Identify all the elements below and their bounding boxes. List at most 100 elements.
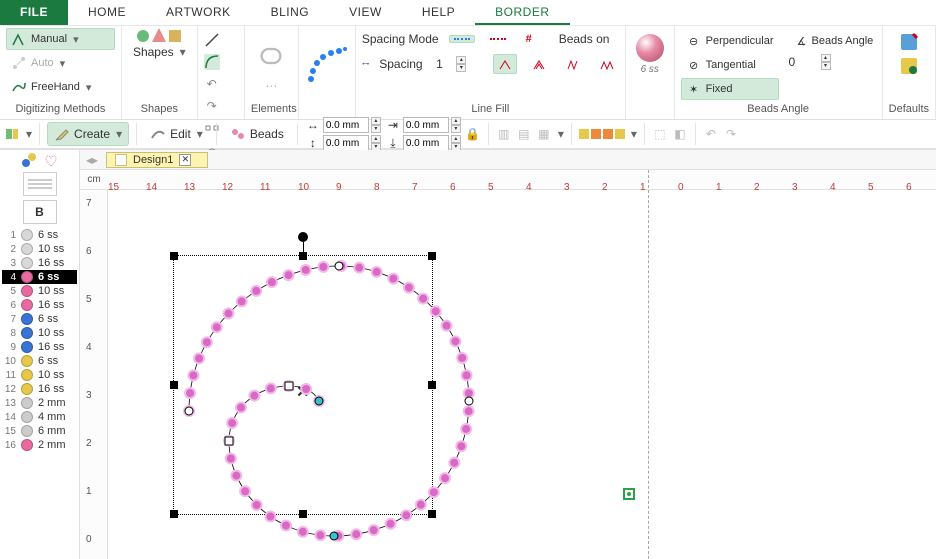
menu-home[interactable]: HOME: [68, 0, 146, 25]
offx-input[interactable]: [403, 117, 449, 133]
align1-icon[interactable]: ▥: [496, 126, 512, 142]
bead-item[interactable]: 810 ss: [2, 326, 77, 340]
arrow-right-icon[interactable]: ↷: [204, 98, 220, 114]
doc-tab[interactable]: Design1 ✕: [106, 152, 208, 168]
align2-icon[interactable]: ▤: [516, 126, 532, 142]
auto-icon: [11, 55, 27, 71]
thumb-list[interactable]: [23, 172, 57, 196]
width-icon: ↔: [305, 117, 321, 133]
undo-icon[interactable]: ↶: [703, 126, 719, 142]
bead-item[interactable]: 916 ss: [2, 340, 77, 354]
chevron-down-icon[interactable]: ▾: [558, 127, 564, 141]
thumb-b[interactable]: B: [23, 200, 57, 224]
spacing-mode-dots[interactable]: [449, 35, 475, 43]
angle-icon: [532, 57, 546, 71]
group-shapes: Shapes ▾ Shapes: [122, 26, 198, 119]
bead-item[interactable]: 616 ss: [2, 298, 77, 312]
angle-spinner[interactable]: ▴▾: [821, 54, 831, 70]
bead-item[interactable]: 144 mm: [2, 410, 77, 424]
fixed-button[interactable]: ✶Fixed: [681, 78, 779, 100]
bead-item[interactable]: 16 ss: [2, 228, 77, 242]
menu-help[interactable]: HELP: [402, 0, 475, 25]
height-input[interactable]: [323, 135, 369, 151]
chevron-down-icon[interactable]: ▾: [26, 127, 32, 141]
menu-bling[interactable]: BLING: [251, 0, 330, 25]
bead-item[interactable]: 156 mm: [2, 424, 77, 438]
bead-item[interactable]: 132 mm: [2, 396, 77, 410]
guide-line[interactable]: [648, 170, 649, 559]
bead-item[interactable]: 46 ss: [2, 270, 77, 284]
beads-on-label: Beads on: [559, 32, 610, 46]
selection-box[interactable]: ✕: [173, 255, 433, 515]
bead-item[interactable]: 162 mm: [2, 438, 77, 452]
bead-item[interactable]: 76 ss: [2, 312, 77, 326]
beads-on-2[interactable]: [527, 54, 551, 74]
group-label: Shapes: [128, 101, 191, 117]
tool-a-icon[interactable]: ⬚: [652, 126, 668, 142]
shapes-button[interactable]: Shapes ▾: [128, 42, 191, 62]
bead-wave-icon[interactable]: [305, 43, 349, 87]
tool-b-icon[interactable]: ◧: [672, 126, 688, 142]
beads-on-1[interactable]: [493, 54, 517, 74]
spacing-mode-count[interactable]: #: [521, 30, 537, 48]
beads-icon: [230, 126, 246, 142]
spacing-mode-gap[interactable]: [485, 35, 511, 43]
swatch-icon[interactable]: [21, 152, 37, 168]
element-pill-icon[interactable]: [257, 42, 285, 70]
bead-item[interactable]: 1216 ss: [2, 382, 77, 396]
layers-icon[interactable]: [4, 126, 20, 142]
palette-icon[interactable]: [579, 129, 625, 139]
rotate-handle[interactable]: [298, 232, 308, 242]
beads-on-3[interactable]: [561, 54, 585, 74]
offy-input[interactable]: [403, 135, 449, 151]
edit-button[interactable]: Edit ▾: [144, 123, 209, 145]
bead-item[interactable]: 210 ss: [2, 242, 77, 256]
width-input[interactable]: [323, 117, 369, 133]
beads-button[interactable]: Beads: [224, 123, 290, 145]
close-icon[interactable]: ✕: [179, 154, 191, 166]
pencil-icon: [54, 126, 70, 142]
canvas[interactable]: ✕: [108, 190, 936, 559]
spinner[interactable]: ▴▾: [451, 135, 461, 151]
create-button[interactable]: Create ▾: [47, 122, 129, 146]
heart-icon[interactable]: [43, 152, 59, 168]
origin-marker[interactable]: [623, 488, 635, 500]
doc-nav-icon[interactable]: ◂▸: [84, 152, 100, 168]
menu-border[interactable]: BORDER: [475, 0, 569, 25]
auto-label: Auto: [31, 57, 54, 69]
bead-item[interactable]: 1110 ss: [2, 368, 77, 382]
menu-view[interactable]: VIEW: [329, 0, 402, 25]
bead-item[interactable]: 510 ss: [2, 284, 77, 298]
freehand-button[interactable]: FreeHand ▾: [6, 76, 115, 98]
spacing-spinner[interactable]: ▴▾: [456, 56, 466, 72]
menu-artwork[interactable]: ARTWORK: [146, 0, 251, 25]
save-defaults-icon[interactable]: [899, 32, 919, 52]
auto-button[interactable]: Auto ▾: [6, 52, 115, 74]
bead-preview-icon[interactable]: [636, 34, 664, 62]
spinner[interactable]: ▴▾: [451, 117, 461, 133]
angle-icon: [498, 57, 512, 71]
curve-tool-icon[interactable]: [204, 54, 220, 70]
bead-item[interactable]: 316 ss: [2, 256, 77, 270]
spinner[interactable]: ▴▾: [371, 135, 381, 151]
element-dots-icon[interactable]: ⋯: [263, 78, 279, 94]
lock-icon[interactable]: 🔒: [465, 126, 481, 142]
align3-icon[interactable]: ▦: [536, 126, 552, 142]
arrow-left-icon[interactable]: ↶: [204, 76, 220, 92]
manual-icon: [11, 31, 27, 47]
beads-on-4[interactable]: [595, 54, 619, 74]
chevron-down-icon: ▾: [73, 33, 79, 46]
manual-label: Manual: [31, 33, 67, 45]
group-wave: [299, 26, 356, 119]
manual-button[interactable]: Manual ▾: [6, 28, 115, 50]
redo-icon[interactable]: ↷: [723, 126, 739, 142]
spinner[interactable]: ▴▾: [371, 117, 381, 133]
line-tool-icon[interactable]: [204, 32, 220, 48]
tangential-button[interactable]: ⊘Tangential: [681, 54, 779, 76]
load-defaults-icon[interactable]: [899, 56, 919, 76]
perpendicular-button[interactable]: ⊖Perpendicular: [681, 30, 779, 52]
chevron-down-icon[interactable]: ▾: [631, 127, 637, 141]
menu-file[interactable]: FILE: [0, 0, 68, 25]
bead-item[interactable]: 106 ss: [2, 354, 77, 368]
edit-icon: [150, 126, 166, 142]
